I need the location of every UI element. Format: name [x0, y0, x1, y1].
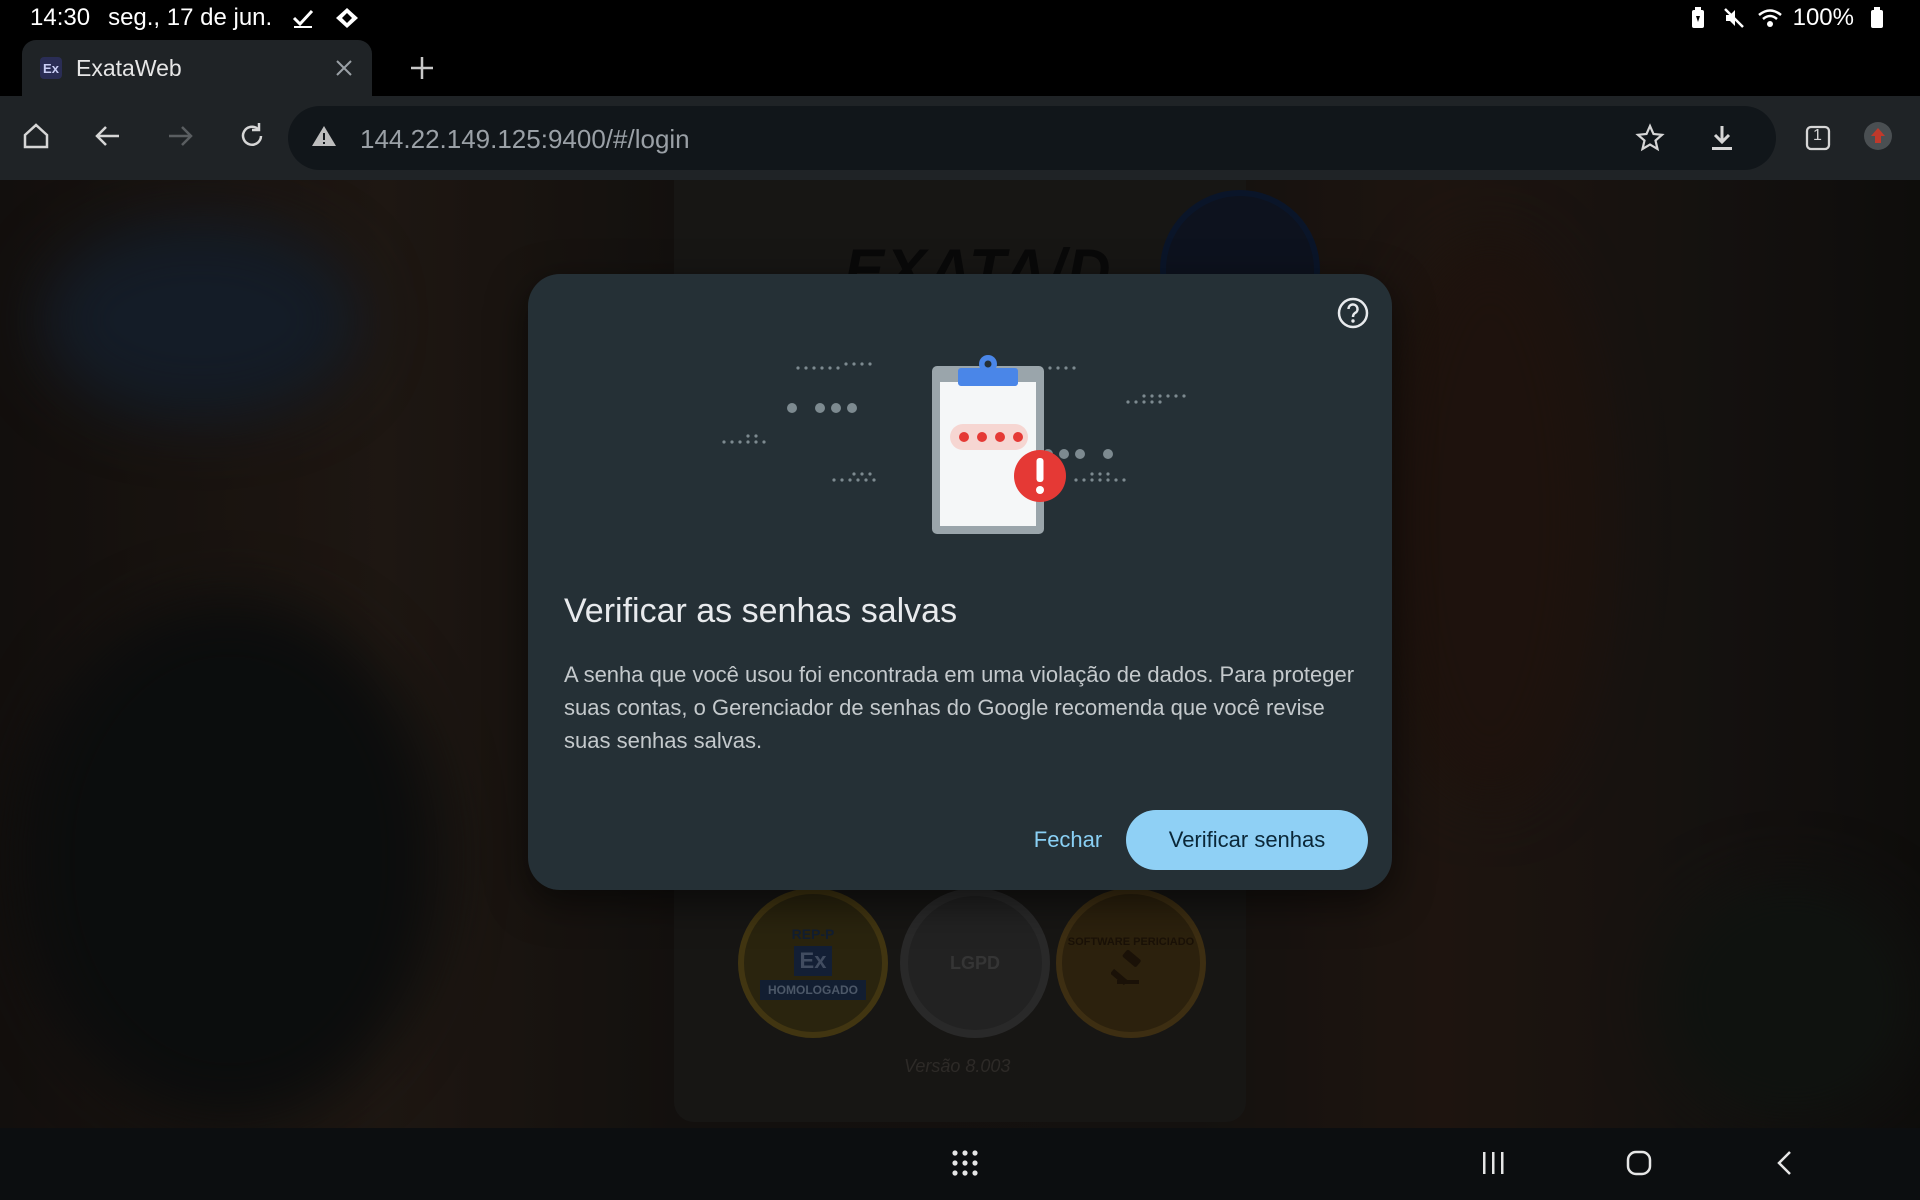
chevron-left-icon: [1770, 1148, 1800, 1183]
favicon: Ex: [40, 57, 62, 79]
back-nav-button[interactable]: [1760, 1140, 1810, 1190]
status-time: 14:30: [30, 4, 91, 31]
update-arrow-icon: [1862, 120, 1894, 157]
clipboard-alert-illustration: [722, 355, 1186, 534]
dialog-body: A senha que você usou foi encontrada em …: [564, 662, 1355, 753]
system-nav-bar: [0, 1128, 1920, 1200]
dialog-title: Verificar as senhas salvas: [564, 592, 958, 630]
home-icon: [21, 121, 51, 156]
check-passwords-button[interactable]: Verificar senhas: [1126, 810, 1368, 870]
bookmark-star-icon[interactable]: [1628, 116, 1672, 160]
home-circle-icon: [1624, 1148, 1654, 1183]
browser-toolbar: 144.22.149.125:9400/#/login 1: [0, 96, 1920, 180]
status-date: seg., 17 de jun.: [108, 4, 273, 31]
close-button[interactable]: Fechar: [998, 810, 1138, 870]
status-bar: 14:30 seg., 17 de jun. 100%: [0, 0, 1920, 36]
tab-exataweb[interactable]: Ex ExataWeb: [22, 40, 372, 96]
download-icon[interactable]: [1700, 116, 1744, 160]
tab-close-icon[interactable]: [324, 48, 364, 88]
back-button[interactable]: [84, 114, 132, 162]
forward-button[interactable]: [156, 114, 204, 162]
reload-button[interactable]: [228, 114, 276, 162]
mute-icon: [1721, 5, 1747, 31]
app-drawer-button[interactable]: [940, 1140, 990, 1190]
wifi-icon: [1757, 5, 1783, 31]
warning-icon[interactable]: [310, 122, 338, 155]
profile-button[interactable]: [1854, 114, 1902, 162]
grid-dots-icon: [950, 1148, 980, 1183]
address-bar[interactable]: 144.22.149.125:9400/#/login: [288, 106, 1776, 170]
help-button[interactable]: [1332, 294, 1374, 336]
password-check-dialog: Verificar as senhas salvas A senha que v…: [528, 274, 1392, 890]
battery-percent: 100%: [1792, 4, 1854, 31]
recent-apps-button[interactable]: [1468, 1140, 1518, 1190]
new-tab-button[interactable]: [400, 46, 444, 90]
home-nav-button[interactable]: [1614, 1140, 1664, 1190]
recents-icon: [1478, 1148, 1508, 1183]
diamond-arrows-icon: [334, 5, 360, 31]
clipboard-icon: [932, 355, 1044, 534]
help-icon: [1336, 296, 1370, 335]
check-icon: [290, 5, 316, 31]
arrow-right-icon: [165, 121, 195, 156]
arrow-left-icon: [93, 121, 123, 156]
url-text[interactable]: 144.22.149.125:9400/#/login: [360, 124, 690, 155]
battery-saver-icon: [1685, 5, 1711, 31]
tab-switcher-button[interactable]: 1: [1794, 114, 1842, 162]
alert-icon: [1014, 450, 1066, 502]
tab-strip: Ex ExataWeb: [0, 36, 1920, 96]
tab-count: 1: [1813, 127, 1822, 144]
home-button[interactable]: [12, 114, 60, 162]
tab-title: ExataWeb: [76, 54, 182, 81]
battery-icon: [1864, 5, 1890, 31]
reload-icon: [237, 121, 267, 156]
